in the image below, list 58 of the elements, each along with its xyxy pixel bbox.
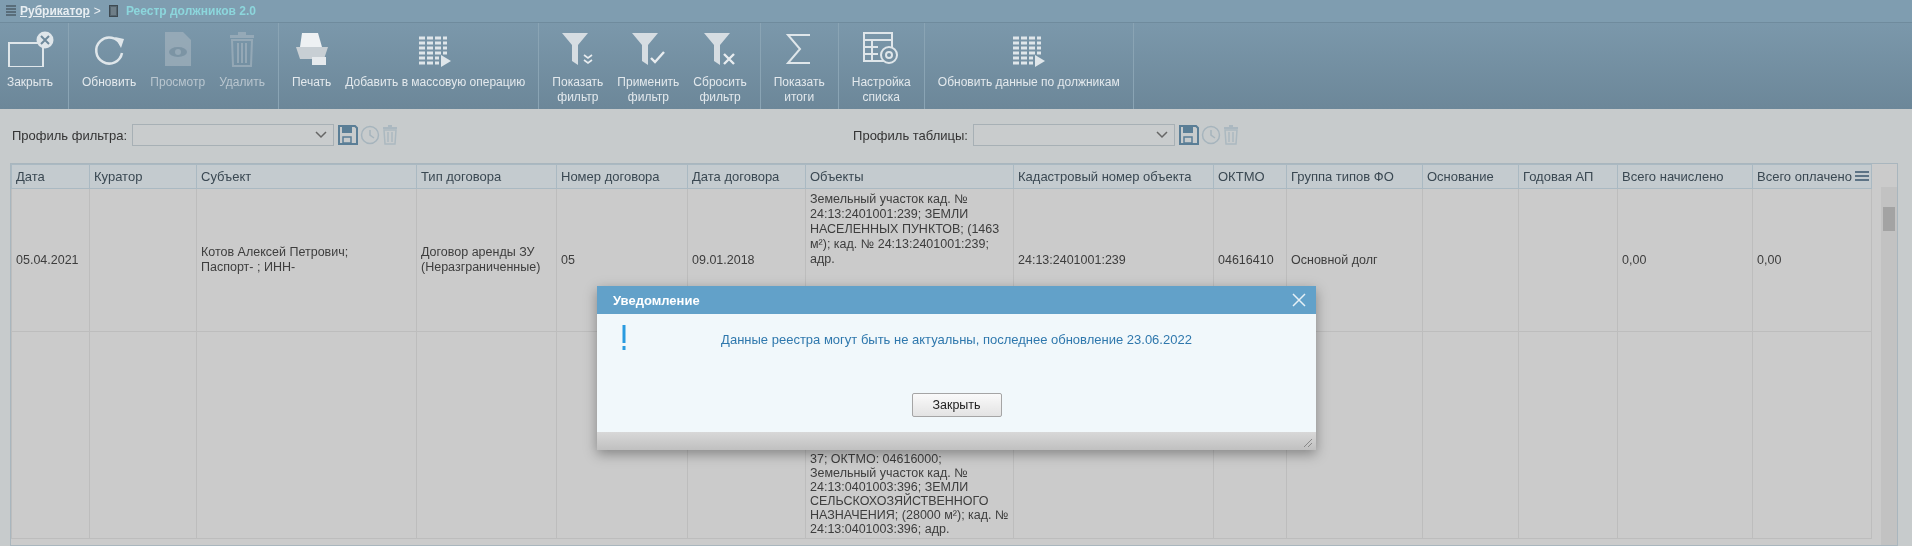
dialog-title: Уведомление — [613, 292, 700, 308]
table-cell: 0,00 — [1757, 252, 1782, 268]
list-icon — [6, 5, 16, 17]
profile-label: Профиль фильтра: — [12, 127, 128, 143]
exclamation-icon — [621, 325, 627, 351]
breadcrumb-separator: > — [93, 4, 101, 18]
save-icon[interactable] — [338, 125, 359, 145]
table-cell: 04616410 — [1218, 252, 1274, 268]
column-header[interactable]: Всего начислено — [1617, 164, 1753, 189]
toolbar-button[interactable]: Применить фильтр — [612, 23, 685, 109]
document-eye-icon — [162, 31, 193, 67]
chevron-down-icon — [1155, 131, 1168, 139]
column-header[interactable]: Номер договора — [556, 164, 688, 189]
table-cell: 0,00 — [1622, 252, 1647, 268]
profile-dropdown[interactable] — [132, 124, 335, 146]
column-header[interactable]: Всего оплачено — [1752, 164, 1872, 189]
column-header[interactable]: Основание — [1422, 164, 1519, 189]
table-gear-icon — [862, 31, 901, 67]
printer-icon — [293, 31, 330, 67]
column-header[interactable]: Кадастровый номер объекта — [1013, 164, 1214, 189]
trash-icon — [229, 31, 256, 67]
table-cell: Договор аренды ЗУ (Неразграниченные) — [421, 245, 541, 275]
save-icon[interactable] — [1178, 125, 1199, 145]
close-icon[interactable] — [1292, 293, 1306, 307]
toolbar-button[interactable]: Показать фильтр — [547, 23, 609, 109]
column-header[interactable]: Тип договора — [416, 164, 557, 189]
document-icon — [108, 5, 118, 17]
table-cell: Основной долг — [1291, 252, 1378, 268]
column-header[interactable]: Годовая АП — [1518, 164, 1618, 189]
profile-label: Профиль таблицы: — [853, 127, 968, 143]
column-header[interactable]: Дата договора — [687, 164, 806, 189]
breadcrumb-current: Реестр должников 2.0 — [125, 4, 256, 18]
column-header[interactable]: Куратор — [89, 164, 197, 189]
close-window-icon — [5, 31, 55, 67]
column-header[interactable]: Субъект — [196, 164, 417, 189]
table-cell: Котов Алексей Петрович; Паспорт- ; ИНН- — [201, 245, 349, 275]
column-header[interactable]: ОКТМО — [1213, 164, 1287, 189]
filter-check-icon — [630, 31, 667, 67]
table-cell-text: Земельный участок кад. № 24:13:2401001:239; ЗЕМЛИ НАСЕЛЕННЫХ ПУНКТОВ; (1463 м²); кад. № 24:13:2401001:239; адр. — [810, 192, 1001, 267]
table-cell: 09.01.2018 — [692, 252, 755, 268]
dialog-message: Данные реестра могут быть не актуальны, последнее обновление 23.06.2022 — [721, 331, 1192, 347]
table-cell: 24:13:2401001:239 — [1018, 252, 1126, 268]
scrollbar[interactable] — [1881, 187, 1897, 545]
column-header[interactable]: Дата — [11, 164, 90, 189]
column-header[interactable]: Группа типов ФО — [1286, 164, 1423, 189]
close-button[interactable]: Закрыть — [911, 393, 1002, 417]
table-icon — [1010, 35, 1047, 67]
column-header[interactable]: Объекты — [805, 164, 1014, 189]
chevron-down-icon — [315, 131, 328, 139]
toolbar-button[interactable]: Сбросить фильтр — [688, 23, 752, 109]
table-cell: 37; ОКТМО: 04616000; Земельный участок кад. № 24:13:0401003:396; ЗЕМЛИ СЕЛЬСКОХОЗЯЙСТВЕННОГО НАЗНАЧЕНИЯ; (28000 м²); кад. № 24:13:0401003:396; адр. — [810, 452, 1009, 536]
toolbar-button[interactable]: Показать итоги — [768, 23, 830, 109]
resize-grip-icon[interactable] — [1303, 438, 1313, 448]
toolbar-button[interactable]: Настройка списка — [846, 23, 916, 109]
table-cell: 05 — [561, 252, 575, 268]
menu-icon[interactable] — [1855, 170, 1869, 182]
table-cell: 05.04.2021 — [16, 252, 79, 268]
profile-dropdown[interactable] — [972, 124, 1175, 146]
